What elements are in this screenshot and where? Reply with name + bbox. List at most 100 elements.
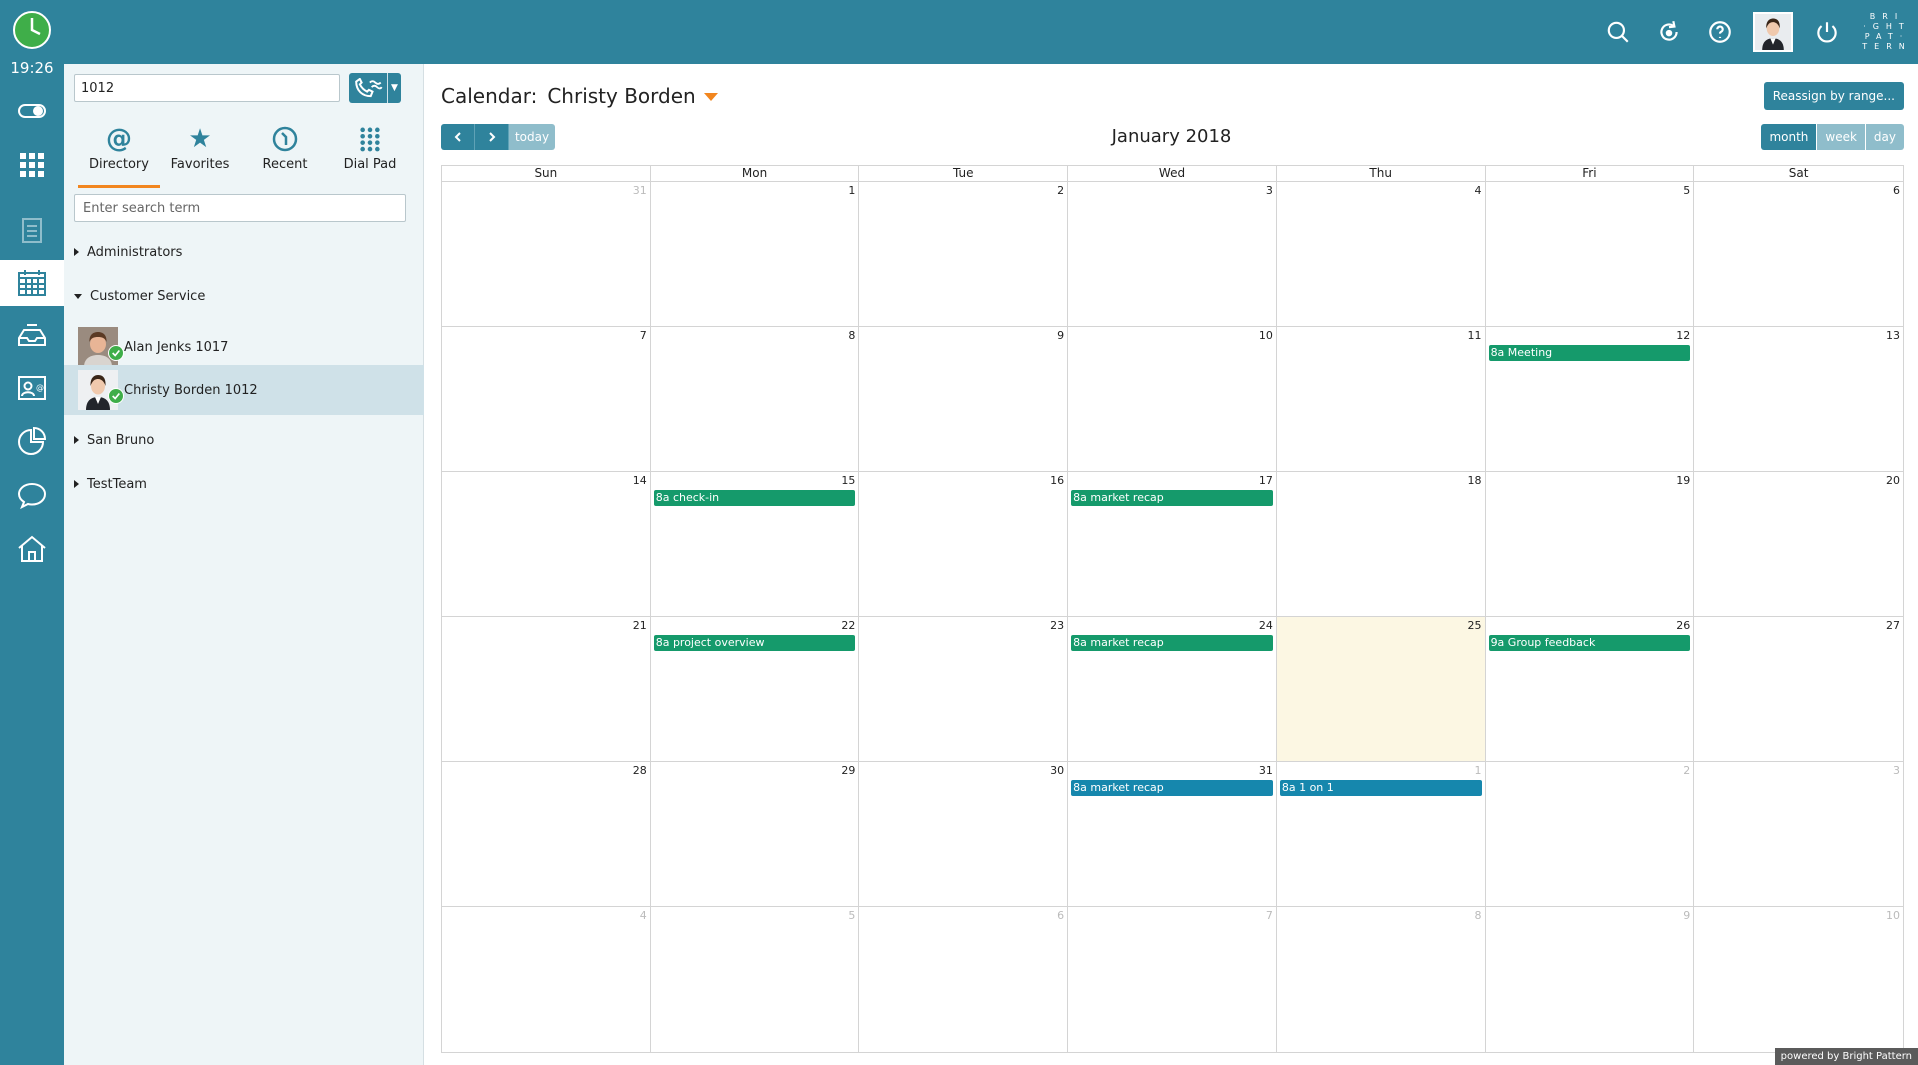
day-cell[interactable]: 7 — [1068, 907, 1277, 1052]
day-cell[interactable]: 20 — [1694, 472, 1903, 617]
call-options-dropdown[interactable]: ▼ — [387, 73, 401, 103]
expand-icon — [74, 248, 79, 256]
dial-number-input[interactable] — [74, 74, 340, 102]
day-number: 4 — [1474, 184, 1482, 197]
rail-item-documents[interactable] — [0, 207, 64, 253]
next-month-button[interactable] — [475, 124, 509, 150]
day-cell[interactable]: 31 — [442, 182, 651, 327]
rail-item-apps[interactable] — [0, 142, 64, 188]
day-cell[interactable]: 30 — [859, 762, 1069, 907]
call-button-main[interactable] — [349, 73, 387, 103]
tab-dial-pad[interactable]: Dial Pad — [334, 124, 406, 188]
day-cell[interactable]: 8 — [650, 327, 860, 472]
group-san-bruno[interactable]: San Bruno — [64, 426, 424, 454]
logout-button[interactable] — [1801, 0, 1852, 64]
group-customer-service[interactable]: Customer Service — [64, 282, 424, 310]
day-cell[interactable]: 9 — [859, 327, 1069, 472]
tab-label: Recent — [262, 157, 308, 172]
calendar-event[interactable]: 9a Group feedback — [1488, 635, 1691, 651]
day-number: 25 — [1467, 619, 1482, 632]
day-cell[interactable]: 3 — [1068, 182, 1277, 327]
day-cell[interactable]: 6 — [1694, 182, 1903, 327]
day-cell[interactable]: 2 — [1485, 762, 1695, 907]
prev-month-button[interactable] — [441, 124, 475, 150]
day-cell[interactable]: 10 — [1694, 907, 1903, 1052]
rail-item-reports[interactable] — [0, 418, 64, 464]
calendar-event[interactable]: 8a market recap — [1071, 780, 1273, 796]
view-month-button[interactable]: month — [1761, 124, 1818, 150]
day-cell[interactable]: 6 — [859, 907, 1069, 1052]
clock-time: 19:26 — [10, 59, 54, 77]
expand-icon — [74, 436, 79, 444]
directory-search-input[interactable] — [74, 194, 406, 222]
day-cell[interactable]: 15 8a check-in — [650, 472, 860, 617]
rail-item-inbox[interactable] — [0, 312, 64, 358]
calendar-event[interactable]: 8a market recap — [1071, 490, 1273, 506]
powered-by-label: powered by Bright Pattern — [1774, 1048, 1918, 1065]
day-cell[interactable]: 14 — [442, 472, 651, 617]
day-cell[interactable]: 19 — [1485, 472, 1695, 617]
day-cell[interactable]: 10 — [1068, 327, 1277, 472]
day-cell[interactable]: 26 9a Group feedback — [1485, 617, 1695, 762]
weekday-header: Mon — [650, 166, 860, 182]
day-number: 3 — [1265, 184, 1273, 197]
calendar-event[interactable]: 8a check-in — [653, 490, 856, 506]
day-cell[interactable]: 4 — [442, 907, 651, 1052]
day-cell[interactable]: 23 — [859, 617, 1069, 762]
group-testteam[interactable]: TestTeam — [64, 470, 424, 498]
rail-item-chat[interactable] — [0, 472, 64, 518]
rail-item-calendar[interactable] — [0, 260, 64, 306]
left-rail: 19:26 @ — [0, 0, 64, 1065]
day-cell[interactable]: 28 — [442, 762, 651, 907]
group-administrators[interactable]: Administrators — [64, 238, 424, 266]
day-cell[interactable]: 1 8a 1 on 1 — [1276, 762, 1486, 907]
day-cell[interactable]: 29 — [650, 762, 860, 907]
help-button[interactable] — [1694, 0, 1745, 64]
day-cell[interactable]: 21 — [442, 617, 651, 762]
call-button[interactable]: ▼ — [349, 73, 401, 103]
day-cell[interactable]: 27 — [1694, 617, 1903, 762]
calendar-event[interactable]: 8a Meeting — [1488, 345, 1691, 361]
day-cell[interactable]: 31 8a market recap — [1068, 762, 1277, 907]
day-cell[interactable]: 9 — [1486, 907, 1695, 1052]
day-cell[interactable]: 13 — [1694, 327, 1903, 472]
tab-directory[interactable]: @ Directory — [78, 124, 160, 188]
day-cell[interactable]: 16 — [859, 472, 1069, 617]
tab-recent[interactable]: Recent — [254, 124, 316, 188]
day-cell[interactable]: 1 — [650, 182, 860, 327]
day-cell[interactable]: 5 — [1485, 182, 1695, 327]
day-cell[interactable]: 22 8a project overview — [650, 617, 860, 762]
rail-item-contacts[interactable]: @ — [0, 365, 64, 411]
rail-item-toggle[interactable] — [0, 88, 64, 134]
owner-dropdown-icon[interactable] — [703, 93, 718, 101]
day-cell[interactable]: 3 — [1694, 762, 1903, 907]
calendar-event[interactable]: 8a 1 on 1 — [1279, 780, 1482, 796]
refresh-button[interactable] — [1643, 0, 1694, 64]
day-cell[interactable]: 11 — [1276, 327, 1486, 472]
day-cell[interactable]: 8 — [1277, 907, 1486, 1052]
reassign-by-range-button[interactable]: Reassign by range... — [1763, 82, 1904, 110]
day-cell[interactable]: 5 — [651, 907, 860, 1052]
day-cell[interactable]: 18 — [1276, 472, 1486, 617]
day-cell[interactable]: 17 8a market recap — [1068, 472, 1277, 617]
day-cell[interactable]: 12 8a Meeting — [1485, 327, 1695, 472]
calendar-event[interactable]: 8a project overview — [653, 635, 856, 651]
today-button[interactable]: today — [509, 124, 555, 150]
calendar-view: Calendar: Christy Borden Reassign by ran… — [425, 64, 1918, 1065]
directory-member-christy-borden[interactable]: Christy Borden 1012 — [64, 365, 424, 415]
tab-favorites[interactable]: ★ Favorites — [164, 124, 236, 188]
day-cell[interactable]: 25 — [1276, 617, 1486, 762]
day-number: 20 — [1885, 474, 1900, 487]
day-number: 4 — [639, 909, 647, 922]
day-cell[interactable]: 2 — [859, 182, 1069, 327]
day-cell[interactable]: 4 — [1276, 182, 1486, 327]
day-cell[interactable]: 24 8a market recap — [1068, 617, 1277, 762]
calendar-event[interactable]: 8a market recap — [1071, 635, 1273, 651]
view-day-button[interactable]: day — [1865, 124, 1904, 150]
agent-status-clock-icon[interactable] — [12, 10, 52, 50]
rail-item-home[interactable] — [0, 526, 64, 572]
day-cell[interactable]: 7 — [442, 327, 651, 472]
user-avatar[interactable] — [1753, 12, 1793, 52]
search-button[interactable] — [1592, 0, 1643, 64]
view-week-button[interactable]: week — [1817, 124, 1866, 150]
